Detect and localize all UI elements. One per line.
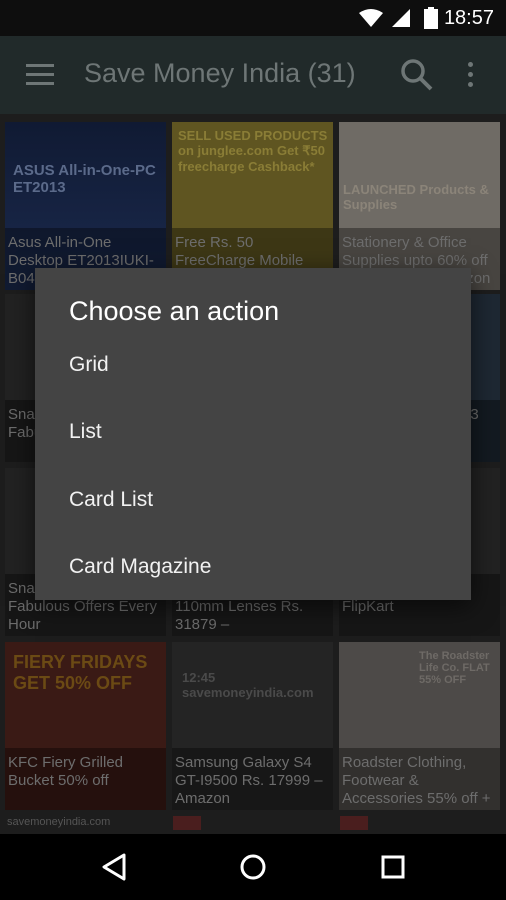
home-icon[interactable]: [240, 854, 266, 880]
tile-banner: LAUNCHED Products & Supplies: [343, 182, 489, 212]
deal-tile[interactable]: FIERY FRIDAYS GET 50% OFF KFC Fiery Gril…: [5, 642, 166, 810]
status-bar: 18:57: [0, 0, 506, 36]
deal-tile[interactable]: ASUS All-in-One-PC ET2013 Asus All-in-On…: [5, 122, 166, 290]
deal-tile[interactable]: 12:45 savemoneyindia.com Samsung Galaxy …: [172, 642, 333, 810]
app-title: Save Money India (31): [84, 58, 356, 88]
tile-banner: 12:45 savemoneyindia.com: [182, 670, 314, 700]
tile-banner: FIERY FRIDAYS GET 50% OFF: [13, 652, 148, 693]
site-label: savemoneyindia.com: [7, 816, 111, 828]
deal-tile[interactable]: SELL USED PRODUCTS on junglee.com Get ₹5…: [172, 122, 333, 290]
dialog-title: Choose an action: [69, 296, 280, 326]
search-icon[interactable]: [400, 58, 434, 92]
action-card-magazine[interactable]: Card Magazine: [69, 547, 429, 587]
tile-caption: Roadster Clothing, Footwear & Accessorie…: [339, 748, 500, 810]
next-row-strip: savemoneyindia.com: [5, 816, 501, 830]
tile-banner: ASUS All-in-One-PC ET2013: [13, 162, 156, 196]
deal-tile[interactable]: LAUNCHED Products & Supplies Stationery …: [339, 122, 500, 290]
action-list[interactable]: List: [69, 412, 429, 452]
recent-apps-icon[interactable]: [381, 855, 405, 879]
tile-caption: KFC Fiery Grilled Bucket 50% off: [5, 748, 166, 810]
more-options-icon[interactable]: [468, 62, 474, 92]
status-time: 18:57: [443, 7, 494, 29]
navigation-bar: [0, 834, 506, 900]
thumbnail-chip: [173, 816, 201, 830]
signal-icon: [392, 9, 410, 27]
tile-banner: The Roadster Life Co. FLAT 55% OFF: [419, 650, 490, 686]
wifi-icon: [359, 9, 383, 27]
tile-caption: Samsung Galaxy S4 GT-I9500 Rs. 17999 – A…: [172, 748, 333, 810]
deal-tile[interactable]: The Roadster Life Co. FLAT 55% OFF Roads…: [339, 642, 500, 810]
thumbnail-chip: [340, 816, 368, 830]
menu-icon[interactable]: [26, 64, 54, 86]
app-bar: Save Money India (31): [0, 36, 506, 114]
tile-banner: SELL USED PRODUCTS on junglee.com Get ₹5…: [178, 128, 328, 174]
action-card-list[interactable]: Card List: [69, 480, 429, 520]
action-grid[interactable]: Grid: [69, 345, 429, 385]
battery-icon: [424, 7, 438, 29]
back-icon[interactable]: [101, 853, 127, 881]
choose-action-dialog: Choose an action Grid List Card List Car…: [35, 268, 471, 600]
